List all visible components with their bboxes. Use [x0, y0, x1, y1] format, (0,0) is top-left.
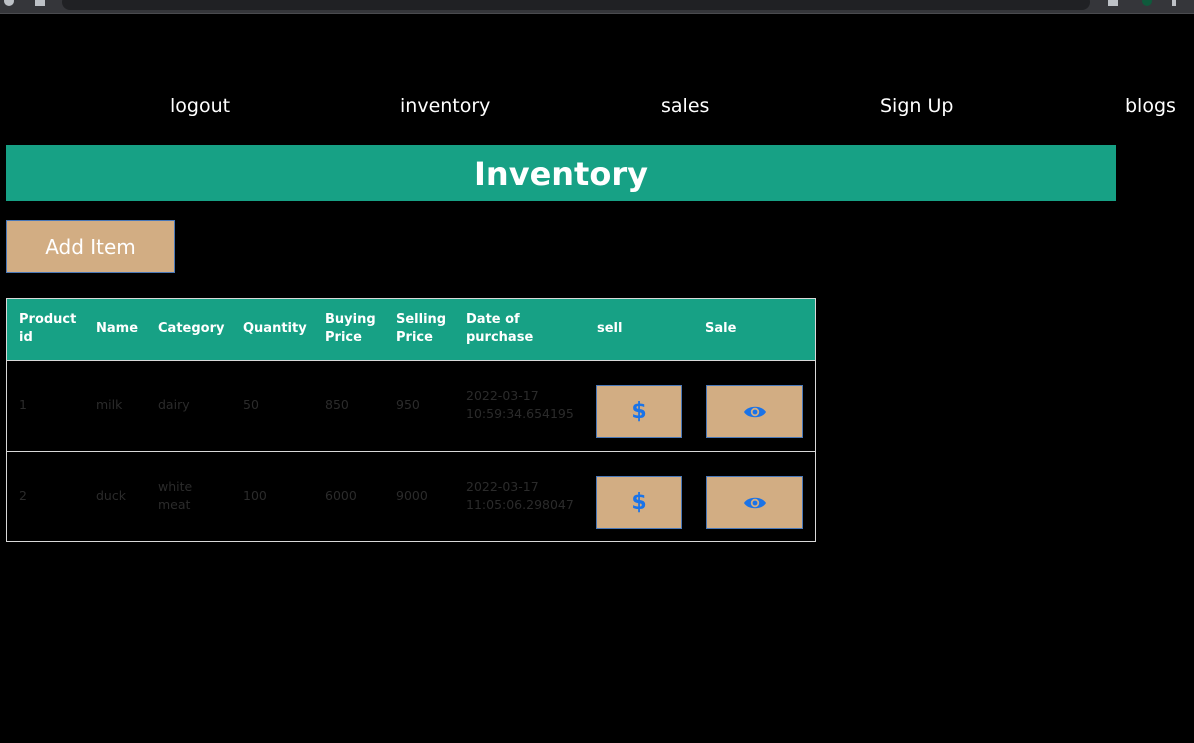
nav-blogs[interactable]: blogs — [1125, 93, 1176, 119]
nav-logout[interactable]: logout — [170, 93, 230, 119]
view-sale-button[interactable] — [706, 385, 803, 438]
cell-buying-price: 6000 — [325, 488, 357, 503]
table-header-row: Product id Name Category Quantity Buying… — [7, 299, 815, 361]
cell-category: white meat — [158, 478, 192, 514]
eye-icon — [743, 406, 766, 417]
header-date-of-purchase: Date of purchase — [466, 312, 534, 345]
home-icon[interactable] — [35, 0, 45, 6]
sell-button[interactable]: $ — [596, 385, 682, 438]
time-part: 11:05:06.298047 — [466, 497, 574, 512]
address-bar[interactable] — [62, 0, 1090, 10]
header-sale: Sale — [705, 321, 737, 336]
category-line: meat — [158, 497, 191, 512]
header-category: Category — [158, 321, 225, 336]
category-line: white — [158, 479, 193, 494]
table-row: 1 milk dairy 50 850 950 2022-03-17 10:59… — [7, 361, 815, 452]
menu-icon[interactable] — [1172, 0, 1176, 6]
dollar-icon: $ — [631, 399, 647, 424]
view-sale-button[interactable] — [706, 476, 803, 529]
browser-toolbar — [0, 0, 1194, 14]
cell-date-of-purchase: 2022-03-17 10:59:34.654195 — [466, 387, 574, 423]
reload-icon[interactable] — [4, 0, 14, 6]
cell-name: duck — [96, 488, 126, 503]
sell-button[interactable]: $ — [596, 476, 682, 529]
cell-category: dairy — [158, 397, 190, 412]
table-row: 2 duck white meat 100 6000 9000 2022-03-… — [7, 452, 815, 542]
extension-icon[interactable] — [1108, 0, 1118, 6]
cell-name: milk — [96, 397, 123, 412]
cell-product-id: 2 — [19, 488, 27, 503]
header-sell: sell — [597, 321, 623, 336]
header-buying-price: Buying Price — [325, 312, 376, 345]
header-name: Name — [96, 321, 139, 336]
eye-icon — [743, 497, 766, 508]
date-part: 2022-03-17 — [466, 479, 539, 494]
profile-avatar[interactable] — [1142, 0, 1152, 6]
nav-sign-up[interactable]: Sign Up — [880, 93, 953, 119]
top-nav: logout inventory sales Sign Up blogs — [0, 93, 1194, 121]
time-part: 10:59:34.654195 — [466, 406, 574, 421]
header-product-id: Product id — [19, 312, 77, 345]
cell-buying-price: 850 — [325, 397, 349, 412]
date-part: 2022-03-17 — [466, 388, 539, 403]
page-title: Inventory — [6, 145, 1116, 201]
cell-quantity: 50 — [243, 397, 259, 412]
cell-selling-price: 950 — [396, 397, 420, 412]
header-quantity: Quantity — [243, 321, 307, 336]
nav-inventory[interactable]: inventory — [400, 93, 490, 119]
dollar-icon: $ — [631, 490, 647, 515]
add-item-button[interactable]: Add Item — [6, 220, 175, 273]
nav-sales[interactable]: sales — [661, 93, 709, 119]
header-selling-price: Selling Price — [396, 312, 447, 345]
cell-selling-price: 9000 — [396, 488, 428, 503]
cell-date-of-purchase: 2022-03-17 11:05:06.298047 — [466, 478, 574, 514]
cell-quantity: 100 — [243, 488, 267, 503]
cell-product-id: 1 — [19, 397, 27, 412]
inventory-table: Product id Name Category Quantity Buying… — [6, 298, 816, 542]
